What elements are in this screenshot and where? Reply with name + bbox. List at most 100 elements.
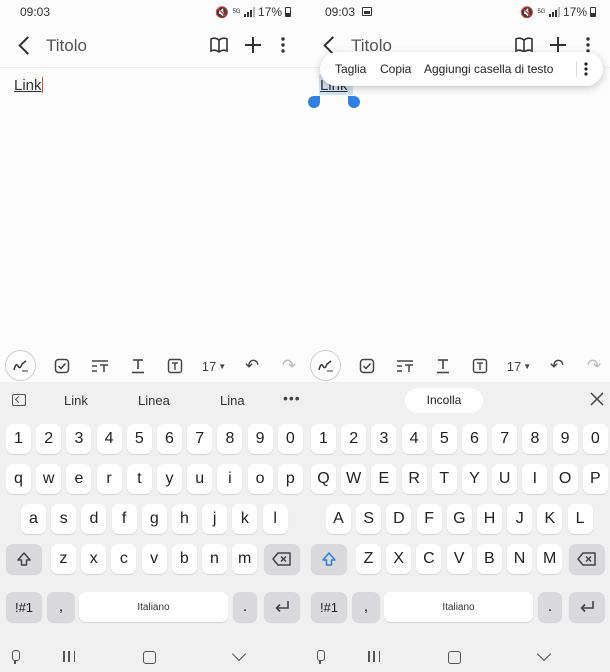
key-numbers-3[interactable]: 4 xyxy=(401,424,427,454)
reading-mode-book-icon[interactable] xyxy=(210,37,228,53)
key-numbers-5[interactable]: 6 xyxy=(157,424,182,454)
paste-button[interactable]: Incolla xyxy=(405,388,483,413)
more-options-icon[interactable] xyxy=(582,61,590,77)
key-numbers-2[interactable]: 3 xyxy=(371,424,397,454)
undo-icon[interactable]: ↶ xyxy=(546,354,568,378)
key-row1-4[interactable]: t xyxy=(126,464,152,494)
key-row1-7[interactable]: i xyxy=(217,464,243,494)
symbols-key[interactable]: !#1 xyxy=(6,592,42,622)
space-bar[interactable]: Italiano xyxy=(79,592,228,622)
key-row1-3[interactable]: R xyxy=(401,464,427,494)
key-row3-0[interactable]: z xyxy=(51,544,76,574)
key-numbers-4[interactable]: 5 xyxy=(126,424,152,454)
key-row3-6[interactable]: m xyxy=(232,544,258,574)
key-row1-0[interactable]: q xyxy=(6,464,31,494)
key-row2-1[interactable]: S xyxy=(356,504,382,534)
checkbox-icon[interactable] xyxy=(52,354,72,378)
selection-handle-end[interactable] xyxy=(348,96,360,108)
key-row1-2[interactable]: e xyxy=(66,464,92,494)
key-row3-0[interactable]: Z xyxy=(356,544,381,574)
key-row2-2[interactable]: d xyxy=(81,504,107,534)
key-row3-6[interactable]: M xyxy=(537,544,563,574)
key-numbers-1[interactable]: 2 xyxy=(36,424,62,454)
period-key[interactable]: . xyxy=(538,592,562,622)
key-row3-4[interactable]: b xyxy=(171,544,197,574)
key-numbers-8[interactable]: 9 xyxy=(552,424,578,454)
cut-menu-item[interactable]: Taglia xyxy=(335,62,366,76)
key-row1-1[interactable]: W xyxy=(341,464,367,494)
key-row2-0[interactable]: A xyxy=(326,504,351,534)
key-row1-7[interactable]: I xyxy=(522,464,548,494)
key-row2-6[interactable]: j xyxy=(202,504,228,534)
enter-key[interactable] xyxy=(569,592,605,622)
enter-key[interactable] xyxy=(264,592,300,622)
suggestion-1[interactable]: Link xyxy=(64,393,88,408)
key-row2-2[interactable]: D xyxy=(386,504,412,534)
copy-menu-item[interactable]: Copia xyxy=(380,62,411,76)
key-numbers-0[interactable]: 1 xyxy=(311,424,336,454)
key-row2-8[interactable]: l xyxy=(262,504,288,534)
key-row2-7[interactable]: K xyxy=(537,504,563,534)
more-suggestions-icon[interactable]: ••• xyxy=(283,390,301,406)
key-numbers-7[interactable]: 8 xyxy=(217,424,243,454)
key-row2-1[interactable]: s xyxy=(51,504,77,534)
key-row1-9[interactable]: P xyxy=(582,464,608,494)
checkbox-icon[interactable] xyxy=(357,354,377,378)
redo-icon[interactable]: ↷ xyxy=(278,354,300,378)
key-row2-4[interactable]: G xyxy=(446,504,472,534)
key-row3-3[interactable]: v xyxy=(141,544,167,574)
key-row3-1[interactable]: x xyxy=(81,544,107,574)
key-numbers-8[interactable]: 9 xyxy=(247,424,273,454)
key-row3-4[interactable]: B xyxy=(476,544,502,574)
suggestion-2[interactable]: Linea xyxy=(138,393,170,408)
keyboard-toolbar-toggle-icon[interactable] xyxy=(12,394,26,406)
key-numbers-0[interactable]: 1 xyxy=(6,424,31,454)
key-row1-9[interactable]: p xyxy=(277,464,303,494)
key-row1-6[interactable]: U xyxy=(492,464,518,494)
text-style-icon[interactable] xyxy=(433,354,453,378)
symbols-key[interactable]: !#1 xyxy=(311,592,347,622)
key-row1-5[interactable]: y xyxy=(157,464,182,494)
note-body-text[interactable]: Link xyxy=(14,77,43,94)
font-size-selector[interactable]: 17 ▼ xyxy=(503,354,535,378)
space-bar[interactable]: Italiano xyxy=(384,592,533,622)
key-row1-2[interactable]: E xyxy=(371,464,397,494)
handwriting-pen-icon[interactable] xyxy=(310,350,341,381)
comma-key[interactable]: , xyxy=(352,592,380,622)
selection-handle-start[interactable] xyxy=(308,96,320,108)
key-row3-3[interactable]: V xyxy=(446,544,472,574)
key-row3-5[interactable]: n xyxy=(202,544,227,574)
key-row1-4[interactable]: T xyxy=(431,464,457,494)
handwriting-pen-icon[interactable] xyxy=(5,350,36,381)
text-style-icon[interactable] xyxy=(128,354,148,378)
key-row1-0[interactable]: Q xyxy=(311,464,336,494)
key-row3-2[interactable]: C xyxy=(416,544,442,574)
key-row3-5[interactable]: N xyxy=(507,544,532,574)
key-numbers-2[interactable]: 3 xyxy=(66,424,92,454)
hide-keyboard-chevron-icon[interactable] xyxy=(231,646,247,662)
undo-icon[interactable]: ↶ xyxy=(241,354,263,378)
key-row1-1[interactable]: w xyxy=(36,464,62,494)
recent-apps-icon[interactable] xyxy=(368,651,380,663)
key-row1-5[interactable]: Y xyxy=(462,464,487,494)
key-row1-6[interactable]: u xyxy=(187,464,213,494)
key-numbers-9[interactable]: 0 xyxy=(582,424,608,454)
key-row3-2[interactable]: c xyxy=(111,544,137,574)
microphone-icon[interactable] xyxy=(10,650,20,664)
more-options-icon[interactable] xyxy=(278,36,288,54)
add-text-box-menu-item[interactable]: Aggiungi casella di testo xyxy=(424,62,553,76)
key-row2-5[interactable]: H xyxy=(477,504,502,534)
key-row1-3[interactable]: r xyxy=(96,464,122,494)
suggestion-3[interactable]: Lina xyxy=(220,393,245,408)
key-row1-8[interactable]: o xyxy=(247,464,273,494)
key-row2-5[interactable]: h xyxy=(172,504,197,534)
key-row2-3[interactable]: F xyxy=(416,504,442,534)
paragraph-style-icon[interactable] xyxy=(395,354,415,378)
key-row2-7[interactable]: k xyxy=(232,504,258,534)
home-icon[interactable] xyxy=(448,651,461,664)
key-numbers-6[interactable]: 7 xyxy=(492,424,518,454)
key-numbers-5[interactable]: 6 xyxy=(462,424,487,454)
shift-key[interactable] xyxy=(6,544,42,574)
key-numbers-4[interactable]: 5 xyxy=(431,424,457,454)
recent-apps-icon[interactable] xyxy=(63,651,75,663)
